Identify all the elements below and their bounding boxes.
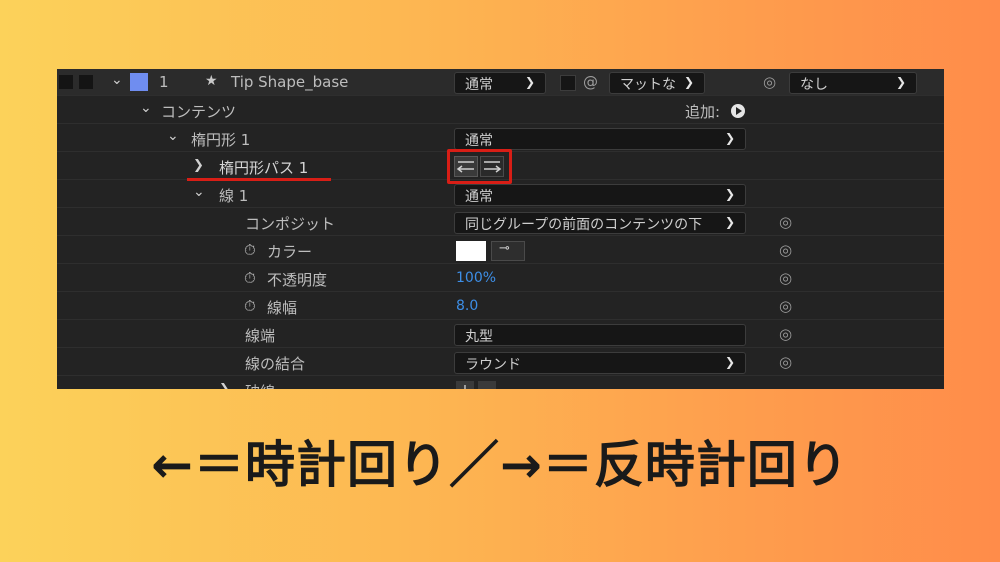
layer-number: 1 — [159, 73, 169, 91]
label-color-swatch[interactable] — [130, 73, 148, 91]
ellipse-path-label: 楕円形パス 1 — [219, 159, 309, 177]
chevron-down-icon: ❯ — [724, 355, 735, 369]
track-matte-icon: @ — [583, 73, 598, 91]
expression-pickwhip-icon[interactable]: ◎ — [779, 353, 792, 371]
composite-label: コンポジット — [245, 215, 336, 233]
stroke-width-label: 線幅 — [267, 299, 298, 317]
chevron-down-icon[interactable]: ⌄ — [193, 184, 205, 200]
add-label: 追加: — [685, 103, 721, 121]
parent-dropdown[interactable]: なし ❯ — [789, 72, 917, 94]
composite-row[interactable]: コンポジット 同じグループの前面のコンテンツの下 ❯ ◎ — [57, 209, 944, 236]
eyedropper-icon: ⊸ — [499, 241, 510, 256]
line-join-label: 線の結合 — [245, 355, 306, 373]
caption-text: ←＝時計回り／→＝反時計回り — [151, 436, 849, 494]
stroke-blend-value: 通常 — [465, 189, 493, 205]
star-icon: ★ — [205, 73, 218, 89]
stroke-group-row[interactable]: ⌄ 線 1 通常 ❯ — [57, 181, 944, 208]
stopwatch-icon[interactable]: ⏱ — [244, 297, 256, 315]
stroke-width-value[interactable]: 8.0 — [456, 298, 478, 314]
parent-pickwhip-icon[interactable]: ◎ — [763, 73, 776, 91]
video-switch[interactable] — [59, 75, 73, 89]
parent-value: なし — [800, 77, 828, 93]
track-matte-dropdown[interactable]: マットな ❯ — [609, 72, 705, 94]
ellipse-group-row[interactable]: ⌄ 楕円形 1 通常 ❯ — [57, 125, 944, 152]
solo-switch[interactable] — [79, 75, 93, 89]
highlight-underline — [187, 178, 331, 181]
chevron-down-icon: ❯ — [724, 215, 735, 229]
timeline-panel: ⌄ 1 ★ Tip Shape_base 通常 ❯ @ マットな ❯ ◎ なし … — [57, 69, 944, 389]
stopwatch-icon[interactable]: ⏱ — [244, 269, 256, 287]
stroke-blend-dropdown[interactable]: 通常 ❯ — [454, 184, 746, 206]
ellipse-group-label: 楕円形 1 — [191, 131, 251, 149]
dash-label: 破線 — [245, 381, 275, 389]
opacity-row[interactable]: ⏱ 不透明度 100% ◎ — [57, 265, 944, 292]
stroke-group-label: 線 1 — [219, 187, 249, 205]
composite-dropdown[interactable]: 同じグループの前面のコンテンツの下 ❯ — [454, 212, 746, 234]
line-cap-label: 線端 — [245, 327, 276, 345]
add-dash-button[interactable]: + — [456, 381, 474, 389]
blend-mode-value: 通常 — [465, 77, 493, 93]
chevron-down-icon: ❯ — [895, 75, 906, 89]
expression-pickwhip-icon[interactable]: ◎ — [779, 269, 792, 287]
chevron-right-icon[interactable]: ❯ — [219, 382, 230, 389]
remove-dash-button[interactable]: − — [478, 381, 496, 389]
chevron-down-icon: ❯ — [524, 75, 535, 89]
contents-label: コンテンツ — [161, 103, 237, 121]
color-swatch[interactable] — [456, 241, 486, 261]
contents-row[interactable]: ⌄ コンテンツ 追加: — [57, 97, 944, 124]
chevron-down-icon: ❯ — [683, 75, 694, 89]
opacity-label: 不透明度 — [267, 271, 328, 289]
chevron-right-icon[interactable]: ❯ — [193, 158, 204, 173]
track-matte-value: マットな — [620, 77, 676, 93]
stopwatch-icon[interactable]: ⏱ — [244, 241, 256, 259]
opacity-value[interactable]: 100% — [456, 270, 496, 286]
expression-pickwhip-icon[interactable]: ◎ — [779, 213, 792, 231]
expression-pickwhip-icon[interactable]: ◎ — [779, 241, 792, 259]
line-cap-value: 丸型 — [465, 329, 493, 345]
color-row[interactable]: ⏱ カラー ⊸ ◎ — [57, 237, 944, 264]
chevron-down-icon[interactable]: ⌄ — [111, 72, 123, 88]
ellipse-blend-dropdown[interactable]: 通常 ❯ — [454, 128, 746, 150]
layer-name[interactable]: Tip Shape_base — [231, 73, 348, 91]
chevron-down-icon: ❯ — [724, 131, 735, 145]
layer-row[interactable]: ⌄ 1 ★ Tip Shape_base 通常 ❯ @ マットな ❯ ◎ なし … — [57, 69, 944, 96]
line-cap-dropdown[interactable]: 丸型 — [454, 324, 746, 346]
chevron-down-icon: ❯ — [724, 187, 735, 201]
chevron-down-icon[interactable]: ⌄ — [140, 100, 152, 116]
dash-row[interactable]: ❯ 破線 + − — [57, 377, 944, 389]
line-join-value: ラウンド — [465, 357, 521, 373]
expression-pickwhip-icon[interactable]: ◎ — [779, 325, 792, 343]
blend-mode-dropdown[interactable]: 通常 ❯ — [454, 72, 546, 94]
ellipse-blend-value: 通常 — [465, 133, 493, 149]
color-label: カラー — [267, 243, 313, 261]
chevron-down-icon[interactable]: ⌄ — [167, 128, 179, 144]
stroke-width-row[interactable]: ⏱ 線幅 8.0 ◎ — [57, 293, 944, 320]
line-cap-row[interactable]: 線端 丸型 ◎ — [57, 321, 944, 348]
composite-value: 同じグループの前面のコンテンツの下 — [465, 217, 703, 233]
line-join-dropdown[interactable]: ラウンド ❯ — [454, 352, 746, 374]
line-join-row[interactable]: 線の結合 ラウンド ❯ ◎ — [57, 349, 944, 376]
expression-pickwhip-icon[interactable]: ◎ — [779, 297, 792, 315]
add-play-icon[interactable] — [731, 104, 745, 118]
preserve-transparency-checkbox[interactable] — [560, 75, 576, 91]
eyedropper-button[interactable]: ⊸ — [491, 241, 525, 261]
highlight-box — [447, 149, 512, 184]
